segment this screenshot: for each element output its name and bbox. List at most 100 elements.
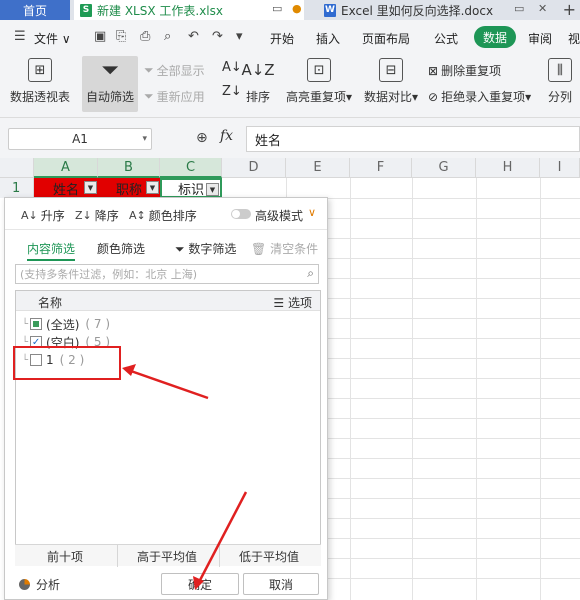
below-average-button[interactable]: 低于平均值: [219, 548, 319, 565]
filter-dropdown-icon[interactable]: ▼: [146, 181, 159, 194]
reapply-button[interactable]: ⏷ 重新应用: [144, 88, 205, 105]
menu-data[interactable]: 数据: [474, 26, 516, 48]
row-header-1[interactable]: 1: [0, 178, 34, 198]
col-header-b[interactable]: B: [98, 158, 160, 178]
advanced-mode-label[interactable]: 高级模式: [255, 207, 303, 224]
close-icon[interactable]: ✕: [538, 2, 547, 15]
compare-icon: ⊟: [379, 58, 404, 82]
menu-formula[interactable]: 公式: [434, 30, 458, 47]
sort-row: A↓ 升序 Z↓ 降序 A↕ 颜色排序 高级模式 ∨: [5, 198, 327, 230]
color-sort-button[interactable]: A↕ 颜色排序: [129, 207, 197, 224]
menu-bar: ☰ 文件 ∨ ▣ ⎘ ⎙ ⌕ ↶ ↷ ▾ 开始 插入 页面布局 公式 数据 审阅…: [0, 20, 580, 54]
col-header-d[interactable]: D: [222, 158, 286, 178]
options-button[interactable]: ☰ 选项: [273, 294, 312, 311]
pivot-table-button[interactable]: ⊞ 数据透视表: [10, 58, 70, 105]
highlight-duplicates-button[interactable]: ⊡ 高亮重复项▾: [286, 58, 352, 105]
new-tab-icon[interactable]: +: [563, 0, 576, 20]
analysis-button[interactable]: 分析: [19, 576, 60, 593]
chevron-down-icon[interactable]: ▾: [142, 134, 147, 144]
cell-a1[interactable]: 姓名 ▼: [34, 178, 98, 198]
cancel-button[interactable]: 取消: [243, 573, 319, 595]
gridline: [540, 178, 541, 600]
monitor-icon[interactable]: ▭: [514, 2, 524, 15]
export-icon[interactable]: ⎘: [116, 29, 126, 44]
menu-page-layout[interactable]: 页面布局: [362, 30, 410, 47]
list-header: 名称 ☰ 选项: [16, 291, 320, 311]
item-label: (全选): [46, 317, 80, 332]
more-icon[interactable]: ▾: [236, 29, 243, 44]
col-header-c[interactable]: C: [160, 158, 222, 178]
remove-duplicates-button[interactable]: ⊠ 删除重复项: [428, 62, 501, 79]
tab-content-filter[interactable]: 内容筛选: [27, 240, 76, 261]
name-box[interactable]: A1 ▾: [8, 128, 152, 150]
filter-value-list: 名称 ☰ 选项 └ (全选) ( 7 ) └ ✓ (空白) ( 5 ) └ 1 …: [15, 290, 321, 566]
formula-input[interactable]: 姓名: [246, 126, 580, 152]
select-all-corner[interactable]: [0, 158, 34, 178]
tab-xlsx[interactable]: S 新建 XLSX 工作表.xlsx: [74, 0, 304, 20]
search-placeholder: (支持多条件过滤，例如：北京 上海): [20, 268, 198, 281]
show-all-button[interactable]: ⏷ 全部显示: [144, 62, 205, 79]
sort-desc-button[interactable]: Z↓ 降序: [75, 207, 119, 224]
filter-dropdown-icon[interactable]: ▼: [206, 183, 219, 196]
data-compare-button[interactable]: ⊟ 数据对比▾: [364, 58, 418, 105]
reject-duplicates-button[interactable]: ⊘ 拒绝录入重复项 ▾: [428, 88, 531, 105]
above-average-button[interactable]: 高于平均值: [117, 548, 217, 565]
undo-icon[interactable]: ↶: [188, 29, 199, 44]
filter-tabs: 内容筛选 颜色筛选 ⏷ 数字筛选 🗑 清空条件: [5, 236, 327, 261]
number-filter-button[interactable]: ⏷ 数字筛选: [175, 240, 236, 257]
select-all-checkbox[interactable]: [30, 318, 43, 330]
menu-start[interactable]: 开始: [270, 30, 294, 47]
split-label: 分列: [548, 90, 573, 104]
print-icon[interactable]: ⎙: [140, 29, 150, 44]
chevron-down-icon[interactable]: ∨: [308, 206, 316, 219]
col-header-h[interactable]: H: [476, 158, 540, 178]
menu-insert[interactable]: 插入: [316, 30, 340, 47]
gridline: [476, 178, 477, 600]
formula-bar: A1 ▾ ⊕ fx 姓名: [0, 118, 580, 158]
menu-review[interactable]: 审阅: [528, 30, 552, 47]
preview-icon[interactable]: ⌕: [164, 29, 171, 44]
sort-az-icon: A↓Z: [241, 61, 275, 79]
col-header-e[interactable]: E: [286, 158, 350, 178]
save-icon[interactable]: ▣: [94, 29, 106, 44]
menu-file[interactable]: 文件 ∨: [34, 30, 71, 47]
advanced-mode-toggle[interactable]: [231, 209, 251, 219]
col-header-a[interactable]: A: [34, 158, 98, 178]
cell-b1[interactable]: 职称 ▼: [98, 178, 160, 198]
funnel-icon: ⏷: [144, 63, 154, 77]
tab-color-filter[interactable]: 颜色筛选: [97, 240, 145, 257]
col-header-i[interactable]: I: [540, 158, 580, 178]
sort-button[interactable]: A↓Z 排序: [241, 58, 275, 105]
clear-conditions-button[interactable]: 🗑 清空条件: [251, 240, 318, 257]
menu-view[interactable]: 视: [568, 30, 580, 47]
filter-search-input[interactable]: (支持多条件过滤，例如：北京 上海) ⌕: [15, 264, 319, 284]
desc-label: 降序: [94, 209, 119, 223]
monitor-icon[interactable]: ▭: [272, 2, 282, 15]
tab-home[interactable]: 首页: [0, 0, 70, 20]
cell-c1-text: 标识: [177, 182, 204, 198]
ok-button[interactable]: 确定: [161, 573, 239, 595]
cell-a1-text: 姓名: [52, 182, 79, 198]
redo-icon[interactable]: ↷: [212, 29, 223, 44]
fx-icon[interactable]: fx: [220, 128, 233, 144]
zoom-icon[interactable]: ⊕: [196, 130, 208, 146]
show-all-label: 全部显示: [156, 64, 205, 78]
document-icon: W: [324, 3, 336, 17]
sort-asc-icon[interactable]: A↓: [222, 60, 242, 75]
sort-asc-button[interactable]: A↓ 升序: [21, 207, 65, 224]
tab-home-label: 首页: [22, 3, 47, 18]
col-header-f[interactable]: F: [350, 158, 412, 178]
cell-c1[interactable]: 标识 ▼: [160, 178, 222, 198]
filter-dropdown-icon[interactable]: ▼: [84, 181, 97, 194]
autofilter-label: 自动筛选: [86, 90, 135, 104]
list-item[interactable]: └ (全选) ( 7 ): [22, 315, 110, 333]
col-header-g[interactable]: G: [412, 158, 476, 178]
split-column-button[interactable]: ⫼ 分列: [548, 58, 572, 105]
hamburger-icon[interactable]: ☰: [14, 29, 26, 44]
tree-line-icon: └: [22, 318, 29, 330]
top10-button[interactable]: 前十项: [15, 548, 115, 565]
autofilter-button[interactable]: ⏷ 自动筛选: [86, 58, 134, 105]
sort-desc-icon[interactable]: Z↓: [222, 84, 242, 99]
search-icon[interactable]: ⌕: [307, 266, 314, 281]
clear-cond-label: 清空条件: [270, 242, 319, 256]
